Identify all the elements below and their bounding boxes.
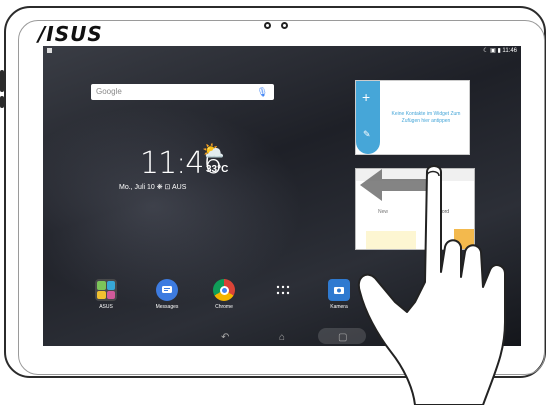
app-label: ASUS: [99, 304, 113, 310]
partly-cloudy-icon: ⛅: [202, 141, 225, 161]
notification-icon: [47, 48, 52, 53]
plus-icon[interactable]: +: [362, 89, 370, 105]
contacts-widget-text: Keine Kontakte im Widget Zum Zufügen hie…: [391, 111, 461, 124]
contacts-widget[interactable]: + ✎ Keine Kontakte im Widget Zum Zufügen…: [355, 80, 470, 155]
status-icons: ☾ ▣ ▮: [483, 48, 501, 54]
front-camera-icon: [264, 22, 271, 29]
app-messages[interactable]: Messages: [154, 279, 180, 310]
brand-logo: /ISUS: [38, 22, 103, 46]
app-label: Messages: [155, 304, 179, 310]
google-search-bar[interactable]: Google 🎙: [91, 84, 274, 100]
light-sensor-icon: [281, 22, 288, 29]
date-line: Mo., Juli 10 ❋ ⊡ AUS: [119, 184, 187, 191]
home-icon[interactable]: ⌂: [279, 332, 285, 343]
messages-icon: [156, 279, 178, 301]
back-icon[interactable]: ↶: [221, 332, 229, 343]
camera-icon: [328, 279, 350, 301]
app-drawer-icon: [272, 279, 294, 301]
temperature: 33°C: [206, 164, 229, 175]
chrome-icon: [213, 279, 235, 301]
mic-icon[interactable]: 🎙: [257, 87, 268, 98]
app-camera[interactable]: Kamera: [326, 279, 352, 310]
hand-gesture-icon: [357, 165, 506, 405]
search-label: Google: [96, 87, 122, 96]
app-label: Chrome: [215, 304, 233, 310]
app-chrome[interactable]: Chrome: [211, 279, 237, 310]
app-label: Kamera: [330, 304, 348, 310]
edit-icon[interactable]: ✎: [363, 129, 371, 140]
folder-icon: [95, 279, 117, 301]
app-drawer[interactable]: [270, 279, 296, 304]
recents-icon[interactable]: ▢: [338, 332, 347, 343]
status-time: 11:46: [502, 48, 517, 54]
status-bar: ☾ ▣ ▮ 11:46: [43, 46, 521, 58]
app-asus-folder[interactable]: ASUS: [93, 279, 119, 310]
